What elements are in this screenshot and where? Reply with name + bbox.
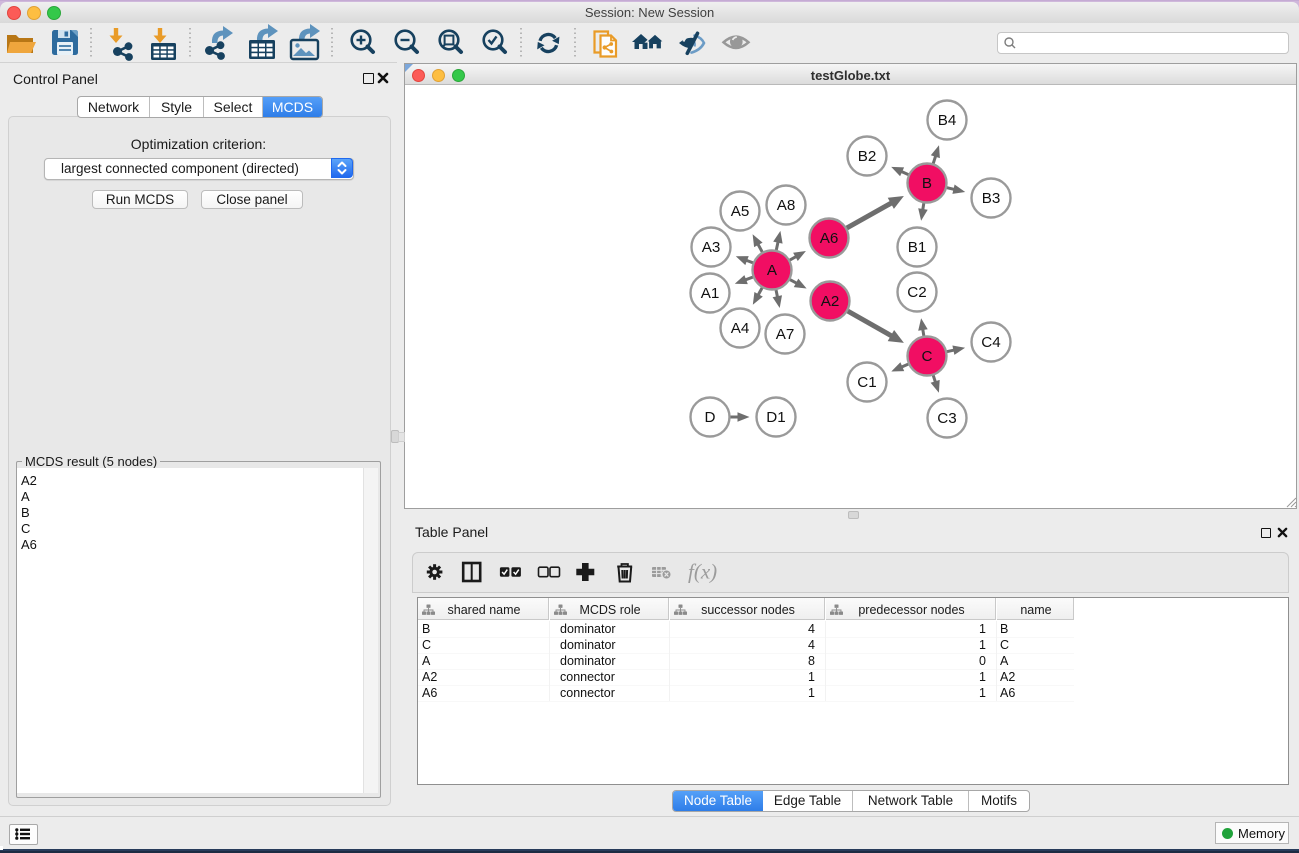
svg-text:A3: A3 (702, 239, 721, 256)
svg-text:B: B (922, 175, 932, 192)
svg-text:A5: A5 (731, 203, 750, 220)
svg-text:B1: B1 (908, 239, 927, 256)
svg-text:A2: A2 (821, 293, 840, 310)
svg-text:B3: B3 (982, 190, 1001, 207)
svg-text:B4: B4 (938, 112, 957, 129)
svg-text:C3: C3 (937, 410, 956, 427)
svg-text:D: D (705, 409, 716, 426)
svg-text:A1: A1 (701, 285, 720, 302)
svg-text:A8: A8 (777, 197, 796, 214)
svg-text:A: A (767, 262, 778, 279)
svg-text:C: C (922, 348, 933, 365)
svg-text:f(x): f(x) (688, 560, 717, 584)
svg-text:A7: A7 (776, 326, 795, 343)
svg-text:B2: B2 (858, 148, 877, 165)
svg-text:C2: C2 (907, 284, 926, 301)
svg-text:C4: C4 (981, 334, 1000, 351)
svg-text:D1: D1 (766, 409, 785, 426)
svg-text:C1: C1 (857, 374, 876, 391)
svg-text:A6: A6 (820, 230, 839, 247)
svg-text:A4: A4 (731, 320, 750, 337)
